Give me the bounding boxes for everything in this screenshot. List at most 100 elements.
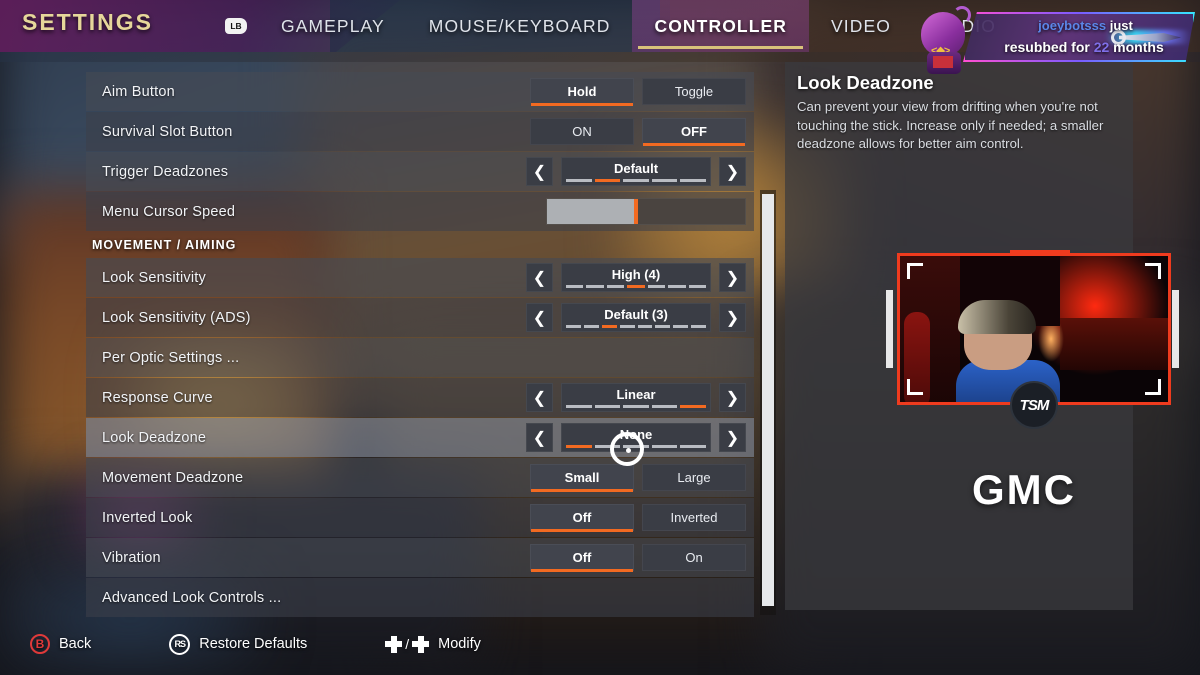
setting-row-movement-deadzone[interactable]: Movement Deadzone Small Large	[86, 458, 754, 497]
option-small[interactable]: Small	[530, 464, 634, 492]
setting-label: Inverted Look	[102, 509, 193, 526]
setting-row-advanced-look-controls[interactable]: Advanced Look Controls ...	[86, 578, 754, 617]
alert-line2-pre: resubbed for	[1004, 39, 1094, 55]
tab-list: LB GAMEPLAY MOUSE/KEYBOARD CONTROLLER VI…	[225, 0, 1018, 52]
setting-control: ❮ Default (3) ❯	[526, 298, 746, 337]
stepper-prev-arrow-icon[interactable]: ❮	[526, 303, 553, 332]
slider-knob[interactable]	[634, 199, 639, 224]
alert-character-icon: <◆>	[913, 6, 975, 74]
stepper-response-curve[interactable]: Linear	[561, 383, 711, 412]
webcam-corner-tl-icon	[907, 263, 923, 279]
dpad-separator: /	[405, 636, 410, 652]
webcam-frame-top-tick	[1010, 250, 1070, 255]
stepper-value: Default	[613, 161, 659, 176]
stepper-next-arrow-icon[interactable]: ❯	[719, 383, 746, 412]
option-inverted[interactable]: Inverted	[642, 504, 746, 531]
alert-line2-post: months	[1109, 39, 1164, 55]
dpad-icon: /	[385, 635, 430, 653]
alert-username: joeybotsss	[1038, 18, 1107, 33]
stepper-value: High (4)	[611, 267, 661, 282]
tab-controller[interactable]: CONTROLLER	[632, 0, 810, 52]
setting-label: Vibration	[102, 549, 161, 566]
setting-row-aim-button[interactable]: Aim Button Hold Toggle	[86, 72, 754, 111]
setting-label: Look Sensitivity	[102, 269, 206, 286]
tab-video[interactable]: VIDEO	[809, 0, 913, 52]
stepper-prev-arrow-icon[interactable]: ❮	[526, 383, 553, 412]
setting-row-per-optic-settings[interactable]: Per Optic Settings ...	[86, 338, 754, 377]
right-stick-icon: RS	[169, 633, 191, 655]
setting-row-look-sensitivity[interactable]: Look Sensitivity ❮ High (4) ❯	[86, 258, 754, 297]
tsm-logo-icon: TSM	[1010, 381, 1058, 429]
setting-row-inverted-look[interactable]: Inverted Look Off Inverted	[86, 498, 754, 537]
setting-label: Trigger Deadzones	[102, 163, 229, 180]
stepper-trigger-deadzones[interactable]: Default	[561, 157, 711, 186]
setting-control: ON OFF	[530, 112, 746, 151]
webcam-corner-br-icon	[1145, 379, 1161, 395]
stepper-look-sensitivity[interactable]: High (4)	[561, 263, 711, 292]
webcam-frame-right-tick	[1172, 290, 1179, 368]
option-on[interactable]: On	[642, 544, 746, 571]
stepper-segments	[566, 285, 706, 288]
footer-back-label: Back	[59, 636, 92, 652]
stepper-next-arrow-icon[interactable]: ❯	[719, 263, 746, 292]
stepper-next-arrow-icon[interactable]: ❯	[719, 423, 746, 452]
setting-row-response-curve[interactable]: Response Curve ❮ Linear ❯	[86, 378, 754, 417]
webcam-corner-tr-icon	[1145, 263, 1161, 279]
footer-back[interactable]: B Back	[30, 634, 91, 654]
webcam-corner-bl-icon	[907, 379, 923, 395]
scrollbar-track[interactable]	[760, 190, 776, 615]
setting-label: Advanced Look Controls ...	[102, 589, 282, 606]
setting-control: ❮ Default ❯	[526, 152, 746, 191]
setting-row-look-sensitivity-ads[interactable]: Look Sensitivity (ADS) ❮ Default (3) ❯	[86, 298, 754, 337]
setting-control: Off On	[530, 538, 746, 577]
tab-gameplay[interactable]: GAMEPLAY	[259, 0, 407, 52]
setting-control	[546, 192, 746, 231]
page-title: SETTINGS	[22, 9, 154, 35]
setting-row-trigger-deadzones[interactable]: Trigger Deadzones ❮ Default ❯	[86, 152, 754, 191]
alert-line-1: joeybotsss just	[983, 18, 1188, 33]
setting-row-menu-cursor-speed[interactable]: Menu Cursor Speed	[86, 192, 754, 231]
stepper-segments	[566, 179, 706, 182]
section-header-movement-aiming: MOVEMENT / AIMING	[92, 238, 237, 252]
stepper-segments	[566, 325, 706, 328]
option-large[interactable]: Large	[642, 464, 746, 491]
setting-label: Look Sensitivity (ADS)	[102, 309, 251, 326]
scrollbar-thumb[interactable]	[762, 194, 774, 606]
stepper-prev-arrow-icon[interactable]: ❮	[526, 157, 553, 186]
footer-restore-defaults[interactable]: RS Restore Defaults	[169, 633, 308, 655]
stepper-next-arrow-icon[interactable]: ❯	[719, 303, 746, 332]
stepper-next-arrow-icon[interactable]: ❯	[719, 157, 746, 186]
b-button-icon: B	[30, 634, 50, 654]
setting-row-survival-slot-button[interactable]: Survival Slot Button ON OFF	[86, 112, 754, 151]
option-off[interactable]: OFF	[642, 118, 746, 146]
footer-modify-label: Modify	[438, 636, 481, 652]
setting-control: ❮ High (4) ❯	[526, 258, 746, 297]
option-on[interactable]: ON	[530, 118, 634, 145]
setting-row-look-deadzone[interactable]: Look Deadzone ❮ None ❯	[86, 418, 754, 457]
bumper-lb-icon[interactable]: LB	[225, 18, 247, 34]
stepper-look-sensitivity-ads[interactable]: Default (3)	[561, 303, 711, 332]
setting-label: Menu Cursor Speed	[102, 203, 236, 220]
option-toggle[interactable]: Toggle	[642, 78, 746, 105]
stepper-value: Linear	[616, 387, 656, 402]
stepper-value: Default (3)	[604, 307, 668, 322]
info-panel-description: Can prevent your view from drifting when…	[797, 99, 1104, 151]
slider-menu-cursor-speed[interactable]	[546, 198, 746, 225]
footer-restore-defaults-label: Restore Defaults	[199, 636, 308, 652]
option-off[interactable]: Off	[530, 504, 634, 532]
setting-control: Off Inverted	[530, 498, 746, 537]
settings-list: Aim Button Hold Toggle Survival Slot But…	[86, 72, 754, 617]
tab-mouse-keyboard[interactable]: MOUSE/KEYBOARD	[407, 0, 633, 52]
setting-label: Per Optic Settings ...	[102, 349, 240, 366]
webcam-frame-left-tick	[886, 290, 893, 368]
option-hold[interactable]: Hold	[530, 78, 634, 106]
footer-modify[interactable]: / Modify	[385, 635, 481, 653]
slider-fill	[547, 199, 637, 224]
stepper-prev-arrow-icon[interactable]: ❮	[526, 423, 553, 452]
option-off[interactable]: Off	[530, 544, 634, 572]
stepper-prev-arrow-icon[interactable]: ❮	[526, 263, 553, 292]
alert-line-2: resubbed for 22 months	[975, 39, 1193, 55]
info-panel-title: Look Deadzone	[797, 72, 934, 93]
stepper-segments	[566, 405, 706, 408]
setting-row-vibration[interactable]: Vibration Off On	[86, 538, 754, 577]
